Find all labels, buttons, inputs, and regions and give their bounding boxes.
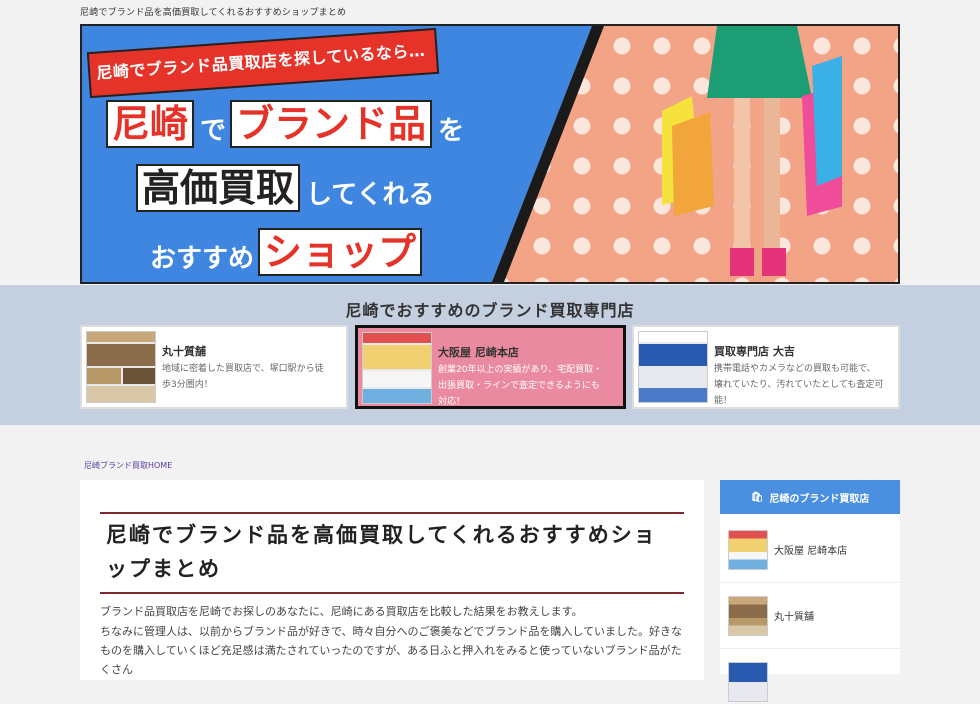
shopping-bag-icon: 🛍 [750,491,764,503]
headline-line1-segment-0: 尼崎 [106,100,195,148]
hero-banner[interactable]: 尼崎でブランド品買取店を探しているなら… 尼崎でブランド品を 高価買取 してくれる… [80,24,900,284]
shop-card-osakaya[interactable]: 大阪屋 尼崎本店 創業20年以上の実績があり、宅配買取・出張買取・ラインで査定で… [355,325,626,409]
sidebar-item-label: 大阪屋 尼崎本店 [774,546,848,557]
breadcrumb[interactable]: 尼崎ブランド買取HOME [84,460,172,471]
featured-title: 尼崎でおすすめのブランド買取専門店 [345,301,635,320]
headline-line1-segment-2: ブランド品 [230,100,433,148]
sidebar-thumbnail [728,596,768,636]
shop-thumbnail [638,331,708,403]
headline-line1-segment-1: で [200,116,227,146]
headline-line2-segment-0: 高価買取 [136,164,301,212]
sidebar-shop-list: 大阪屋 尼崎本店 丸十質舗 [720,514,900,702]
featured-shops-section: 尼崎でおすすめのブランド買取専門店 丸十質舗 地域に密着した買取店で、塚口駅から… [0,285,980,425]
shop-card-maruju[interactable]: 丸十質舗 地域に密着した買取店で、塚口駅から徒歩3分圏内！ [80,325,348,409]
sidebar-thumbnail [728,530,768,570]
shop-thumbnail [362,332,432,404]
headline-line2-segment-1: してくれる [306,180,435,210]
article-paragraph-1: ブランド品買取店を尼崎でお探しのあなたに、尼崎にある買取店を比較した結果をお教え… [100,605,583,618]
article-paragraph-2: ちなみに管理人は、以前からブランド品が好きで、時々自分へのご褒美などでブランド品… [100,625,683,676]
shopping-woman-illustration [662,26,842,276]
headline-line3-segment-0: おすすめ [150,244,255,274]
sidebar-thumbnail [728,662,768,702]
sidebar-item-osakaya[interactable]: 大阪屋 尼崎本店 [728,528,892,572]
article-body: 尼崎でブランド品を高価買取してくれるおすすめショップまとめ ブランド品買取店を尼… [80,480,704,680]
sidebar-heading-label: 尼崎のブランド買取店 [769,493,870,505]
headline-line3-segment-1: ショップ [258,228,423,276]
site-title[interactable]: 尼崎でブランド品を高価買取してくれるおすすめショップまとめ [80,5,346,18]
shop-description: 携帯電話やカメラなどの買取も可能で、壊れていたり、汚れていたとしても査定可能！ [714,364,884,406]
headline-line-2: 高価買取 してくれる [136,164,438,212]
divider [720,582,900,583]
shop-name: 大阪屋 尼崎本店 [438,346,519,359]
sidebar-item-next[interactable] [728,660,892,704]
shop-name: 買取専門店 大吉 [714,345,795,358]
shop-description: 創業20年以上の実績があり、宅配買取・出張買取・ラインで査定できるようにも対応！ [438,365,603,407]
shop-card-daikichi[interactable]: 買取専門店 大吉 携帯電話やカメラなどの買取も可能で、壊れていたり、汚れていたと… [632,325,900,409]
headline-line1-segment-3: を [438,116,465,146]
shop-thumbnail [86,331,156,403]
page-title: 尼崎でブランド品を高価買取してくれるおすすめショップまとめ [100,512,684,594]
divider [720,648,900,649]
sidebar-heading: 🛍 尼崎のブランド買取店 [720,480,900,514]
sidebar-item-label: 丸十質舗 [774,612,814,623]
shop-description: 地域に密着した買取店で、塚口駅から徒歩3分圏内！ [162,364,324,390]
shop-name: 丸十質舗 [162,345,206,358]
sidebar-item-maruju[interactable]: 丸十質舗 [728,594,892,638]
headline-line-1: 尼崎でブランド品を [106,100,468,148]
headline-line-3: おすすめ ショップ [146,228,424,276]
